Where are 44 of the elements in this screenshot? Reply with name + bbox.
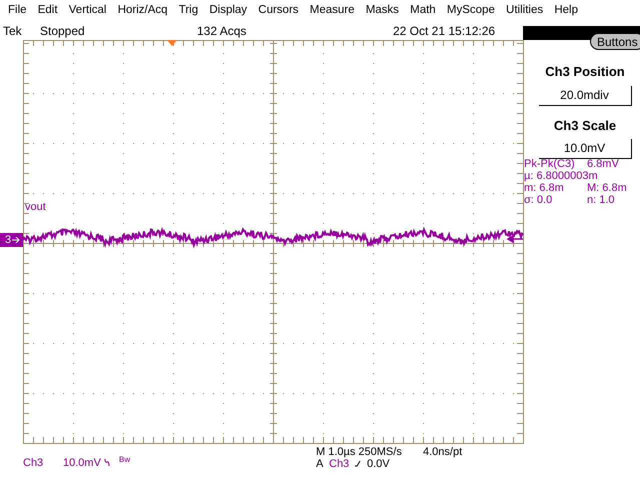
control-value[interactable]: 20.0mdiv bbox=[538, 86, 632, 106]
menu-item[interactable]: Cursors bbox=[258, 2, 299, 20]
measurement-name: Pk-Pk(C3) bbox=[524, 158, 576, 170]
run-state: Stopped bbox=[40, 23, 85, 40]
menu-item[interactable]: Edit bbox=[38, 2, 58, 20]
measurement-value: 6.8mV bbox=[587, 158, 619, 170]
bandwidth-readout: Bw bbox=[119, 454, 130, 466]
slope-icon bbox=[355, 460, 361, 467]
trigger-source: Ch3 bbox=[329, 458, 350, 472]
mean-value: µ: 6.8000003m bbox=[524, 170, 598, 182]
min-value: m: 6.8m bbox=[524, 182, 565, 194]
trace-label: vout bbox=[25, 200, 46, 215]
trigger-level-marker bbox=[506, 234, 523, 244]
menu-item[interactable]: Math bbox=[410, 2, 436, 20]
date-time: 22 Oct 21 15:12:26 bbox=[393, 23, 496, 40]
count-value: n: 1.0 bbox=[587, 194, 615, 206]
channel-marker: 3 bbox=[0, 233, 23, 247]
menu-item[interactable]: File bbox=[8, 2, 27, 20]
max-value: M: 6.8m bbox=[587, 182, 627, 194]
menu-item[interactable]: Utilities bbox=[506, 2, 544, 20]
menu-item[interactable]: Masks bbox=[366, 2, 399, 20]
menu-item[interactable]: Horiz/Acq bbox=[118, 2, 168, 20]
control-value[interactable]: 10.0mV bbox=[538, 139, 632, 159]
buttons-button[interactable]: Buttons bbox=[590, 33, 640, 50]
scale-readout: 10.0mV bbox=[63, 456, 101, 471]
control-title: Ch3 Scale bbox=[554, 116, 616, 134]
timebase-readout: M 1.0µs 250MS/s bbox=[316, 445, 402, 459]
menu-item[interactable]: MyScope bbox=[446, 2, 495, 20]
menu-item[interactable]: Measure bbox=[310, 2, 354, 20]
trigger-mode: A bbox=[316, 457, 324, 472]
arrow-icon bbox=[12, 237, 20, 243]
menu-item[interactable]: Help bbox=[554, 2, 578, 20]
menu-item[interactable]: Vertical bbox=[68, 2, 106, 20]
resolution-readout: 4.0ns/pt bbox=[423, 445, 462, 460]
acquisition-count: 132 Acqs bbox=[197, 23, 246, 40]
trigger-position-marker bbox=[167, 40, 177, 46]
brand-label: Tek bbox=[3, 23, 22, 40]
menu-item[interactable]: Trig bbox=[178, 2, 198, 20]
trigger-level-readout: 0.0V bbox=[367, 457, 390, 472]
coupling-icon bbox=[104, 458, 110, 467]
menu-item[interactable]: Display bbox=[209, 2, 248, 20]
sigma-value: σ: 0.0 bbox=[524, 194, 554, 206]
control-title: Ch3 Position bbox=[545, 63, 625, 81]
channel-readout: Ch3 bbox=[23, 456, 44, 471]
